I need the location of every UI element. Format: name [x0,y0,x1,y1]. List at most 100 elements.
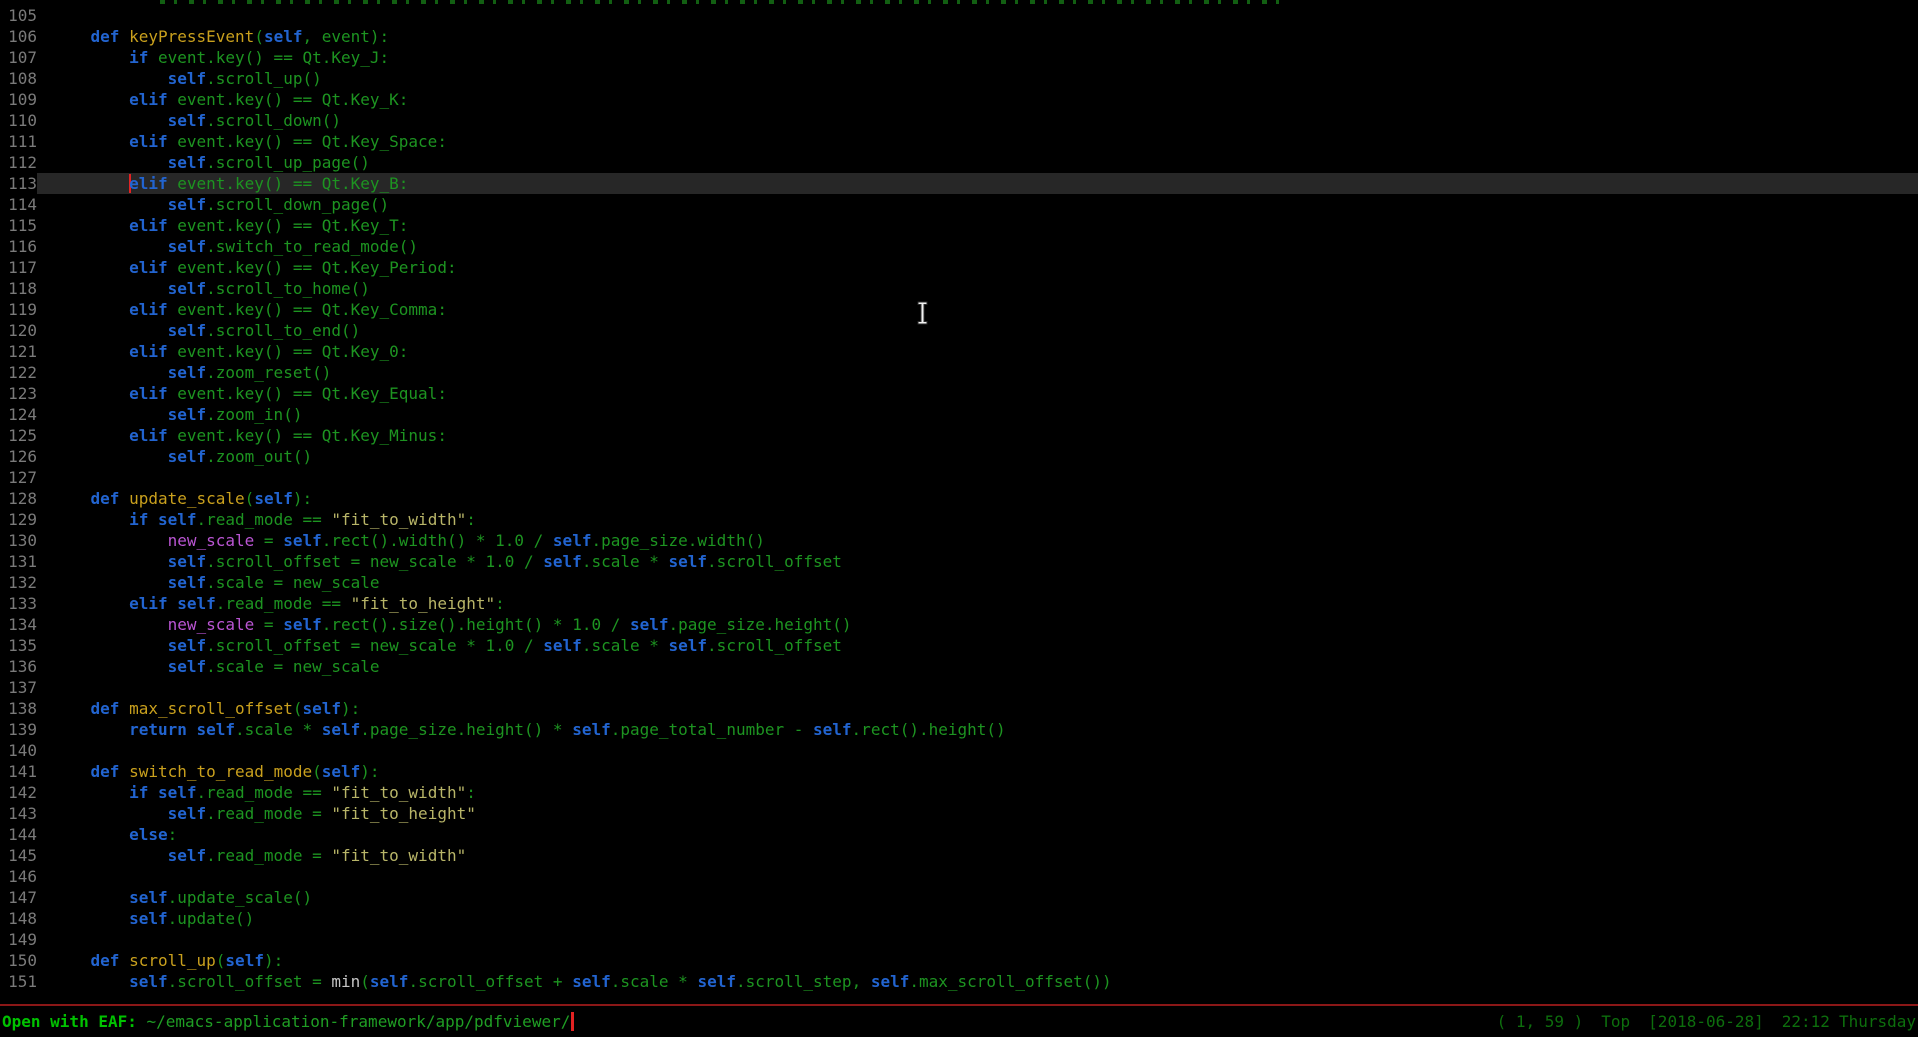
code-line[interactable]: 129 if self.read_mode == "fit_to_width": [0,509,1918,530]
code-line-text: return self.scale * self.page_size.heigh… [52,719,1918,740]
code-line-text: else: [52,824,1918,845]
code-line-text: self.scroll_down_page() [52,194,1918,215]
line-number: 142 [0,782,37,803]
code-line[interactable]: 125 elif event.key() == Qt.Key_Minus: [0,425,1918,446]
code-buffer[interactable]: 105106 def keyPressEvent(self, event):10… [0,0,1918,1004]
line-number: 123 [0,383,37,404]
code-line[interactable]: 111 elif event.key() == Qt.Key_Space: [0,131,1918,152]
line-number: 136 [0,656,37,677]
code-line[interactable]: 131 self.scroll_offset = new_scale * 1.0… [0,551,1918,572]
code-line-text: self.scroll_to_end() [52,320,1918,341]
line-number: 128 [0,488,37,509]
line-number: 151 [0,971,37,992]
code-line[interactable]: 116 self.switch_to_read_mode() [0,236,1918,257]
code-line[interactable]: 120 self.scroll_to_end() [0,320,1918,341]
code-line[interactable]: 115 elif event.key() == Qt.Key_T: [0,215,1918,236]
code-line[interactable]: 109 elif event.key() == Qt.Key_K: [0,89,1918,110]
line-number: 105 [0,5,37,26]
code-line[interactable]: 108 self.scroll_up() [0,68,1918,89]
line-number: 115 [0,215,37,236]
minibuffer-cursor [571,1012,574,1031]
code-line[interactable]: 133 elif self.read_mode == "fit_to_heigh… [0,593,1918,614]
line-number: 135 [0,635,37,656]
code-line[interactable]: 122 self.zoom_reset() [0,362,1918,383]
code-line-text: self.update() [52,908,1918,929]
code-line[interactable]: 143 self.read_mode = "fit_to_height" [0,803,1918,824]
code-line[interactable]: 113 elif event.key() == Qt.Key_B: [0,173,1918,194]
line-number: 118 [0,278,37,299]
line-number: 149 [0,929,37,950]
code-line[interactable]: 145 self.read_mode = "fit_to_width" [0,845,1918,866]
code-line-text: elif self.read_mode == "fit_to_height": [52,593,1918,614]
code-line-text: elif event.key() == Qt.Key_Space: [52,131,1918,152]
line-number: 126 [0,446,37,467]
status-time: 22:12 [1782,1012,1830,1031]
line-number: 140 [0,740,37,761]
code-line[interactable]: 118 self.scroll_to_home() [0,278,1918,299]
code-line-text: elif event.key() == Qt.Key_0: [52,341,1918,362]
code-line[interactable]: 137 [0,677,1918,698]
code-line-text: new_scale = self.rect().width() * 1.0 / … [52,530,1918,551]
line-number: 106 [0,26,37,47]
code-line-text [52,5,1918,26]
minibuffer-input[interactable]: ~/emacs-application-framework/app/pdfvie… [147,1011,571,1032]
code-line[interactable]: 141 def switch_to_read_mode(self): [0,761,1918,782]
code-line-text [52,677,1918,698]
code-line[interactable]: 123 elif event.key() == Qt.Key_Equal: [0,383,1918,404]
minibuffer[interactable]: Open with EAF: ~/emacs-application-frame… [2,1011,574,1032]
code-line-text: self.scroll_up_page() [52,152,1918,173]
code-line[interactable]: 119 elif event.key() == Qt.Key_Comma: [0,299,1918,320]
code-line[interactable]: 126 self.zoom_out() [0,446,1918,467]
code-line-text: elif event.key() == Qt.Key_Period: [52,257,1918,278]
code-line[interactable]: 142 if self.read_mode == "fit_to_width": [0,782,1918,803]
code-line[interactable]: 124 self.zoom_in() [0,404,1918,425]
code-line-text: elif event.key() == Qt.Key_Equal: [52,383,1918,404]
code-line[interactable]: 110 self.scroll_down() [0,110,1918,131]
line-number: 116 [0,236,37,257]
line-number: 121 [0,341,37,362]
line-number: 146 [0,866,37,887]
code-line[interactable]: 147 self.update_scale() [0,887,1918,908]
code-line[interactable]: 140 [0,740,1918,761]
status-date: [2018-06-28] [1648,1012,1764,1031]
code-line[interactable]: 130 new_scale = self.rect().width() * 1.… [0,530,1918,551]
line-number: 112 [0,152,37,173]
code-line[interactable]: 146 [0,866,1918,887]
code-line-text: elif event.key() == Qt.Key_B: [37,173,1918,194]
line-number: 148 [0,908,37,929]
code-line[interactable]: 139 return self.scale * self.page_size.h… [0,719,1918,740]
line-number: 147 [0,887,37,908]
code-line[interactable]: 150 def scroll_up(self): [0,950,1918,971]
cursor-position: ( 1, 59 ) [1497,1012,1584,1031]
code-line[interactable]: 136 self.scale = new_scale [0,656,1918,677]
code-line[interactable]: 135 self.scroll_offset = new_scale * 1.0… [0,635,1918,656]
code-line-text: self.scroll_to_home() [52,278,1918,299]
code-line[interactable]: 106 def keyPressEvent(self, event): [0,26,1918,47]
code-line[interactable]: 105 [0,5,1918,26]
code-line[interactable]: 148 self.update() [0,908,1918,929]
code-line[interactable]: 114 self.scroll_down_page() [0,194,1918,215]
code-line-text: self.zoom_out() [52,446,1918,467]
code-line[interactable]: 132 self.scale = new_scale [0,572,1918,593]
code-line[interactable]: 134 new_scale = self.rect().size().heigh… [0,614,1918,635]
code-line[interactable]: 107 if event.key() == Qt.Key_J: [0,47,1918,68]
code-line-text: if self.read_mode == "fit_to_width": [52,782,1918,803]
code-line[interactable]: 128 def update_scale(self): [0,488,1918,509]
code-line[interactable]: 144 else: [0,824,1918,845]
code-line[interactable]: 127 [0,467,1918,488]
line-number: 108 [0,68,37,89]
code-line[interactable]: 121 elif event.key() == Qt.Key_0: [0,341,1918,362]
code-line-text: def max_scroll_offset(self): [52,698,1918,719]
code-line[interactable]: 138 def max_scroll_offset(self): [0,698,1918,719]
code-line-text: def switch_to_read_mode(self): [52,761,1918,782]
code-line-text: new_scale = self.rect().size().height() … [52,614,1918,635]
code-line[interactable]: 149 [0,929,1918,950]
line-number: 143 [0,803,37,824]
line-number: 144 [0,824,37,845]
scroll-position: Top [1601,1012,1630,1031]
code-line[interactable]: 117 elif event.key() == Qt.Key_Period: [0,257,1918,278]
code-line[interactable]: 151 self.scroll_offset = min(self.scroll… [0,971,1918,992]
line-number: 110 [0,110,37,131]
code-line-text: self.update_scale() [52,887,1918,908]
code-line[interactable]: 112 self.scroll_up_page() [0,152,1918,173]
